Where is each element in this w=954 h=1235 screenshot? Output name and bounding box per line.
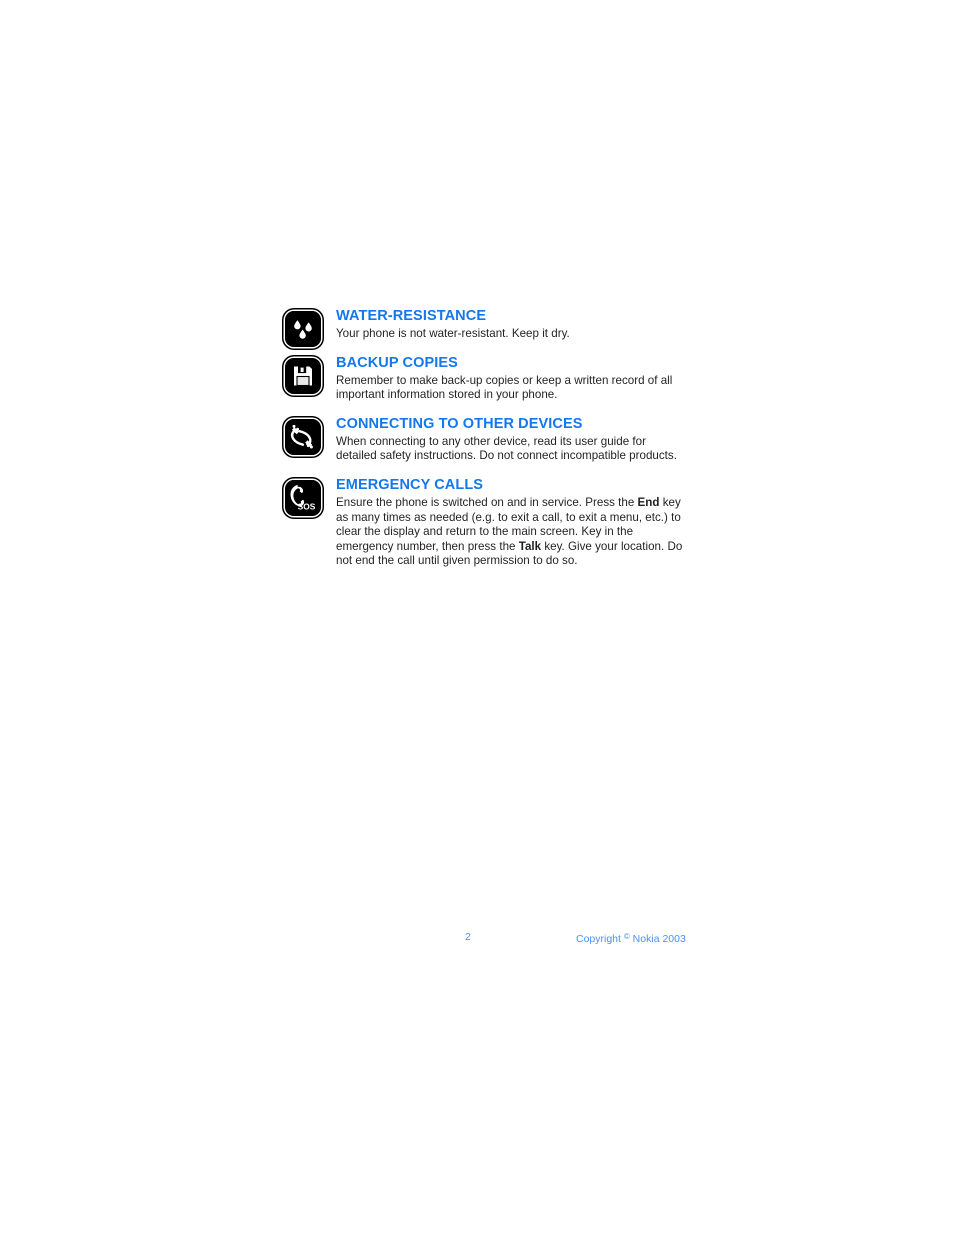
floppy-disk-icon — [285, 357, 321, 394]
safety-item-water-resistance: WATER-RESISTANCE Your phone is not water… — [285, 308, 685, 347]
safety-item-heading: BACKUP COPIES — [336, 354, 458, 371]
safety-item-heading: CONNECTING TO OTHER DEVICES — [336, 415, 583, 432]
svg-text:SOS: SOS — [298, 501, 316, 511]
body-text-part: Ensure the phone is switched on and in s… — [336, 495, 638, 509]
safety-item-body: When connecting to any other device, rea… — [336, 435, 685, 464]
body-bold-talk-key: Talk — [518, 539, 542, 553]
body-text-part: When connecting to any other device, rea… — [336, 434, 677, 463]
copyright-prefix: Copyright — [576, 932, 624, 945]
safety-item-body: Ensure the phone is switched on and in s… — [336, 496, 685, 569]
page-number: 2 — [465, 931, 471, 943]
copyright-notice: Copyright © Nokia 2003 — [576, 929, 686, 947]
safety-item-heading: WATER-RESISTANCE — [336, 308, 487, 324]
emergency-sos-phone-icon: SOS — [285, 479, 321, 516]
body-text-part: Remember to make back-up copies or keep … — [336, 373, 673, 402]
water-drops-icon — [285, 311, 321, 347]
safety-item-body: Remember to make back-up copies or keep … — [336, 374, 685, 403]
connectors-plugs-icon — [285, 418, 321, 455]
page-footer: 2 Copyright © Nokia 2003 — [285, 929, 686, 947]
safety-item-emergency-calls: SOS EMERGENCY CALLS Ensure the phone is … — [285, 477, 685, 569]
body-bold-end-key: End — [637, 495, 660, 509]
copyright-suffix: Nokia 2003 — [629, 932, 686, 945]
safety-item-heading: EMERGENCY CALLS — [336, 476, 484, 493]
safety-guidelines-list: WATER-RESISTANCE Your phone is not water… — [285, 308, 685, 569]
body-text-part: Your phone is not water-resistant. Keep … — [336, 327, 570, 340]
safety-item-backup-copies: BACKUP COPIES Remember to make back-up c… — [285, 355, 685, 403]
safety-item-body: Your phone is not water-resistant. Keep … — [336, 327, 685, 342]
safety-item-connecting-devices: CONNECTING TO OTHER DEVICES When connect… — [285, 416, 685, 464]
document-page: WATER-RESISTANCE Your phone is not water… — [0, 0, 954, 1235]
